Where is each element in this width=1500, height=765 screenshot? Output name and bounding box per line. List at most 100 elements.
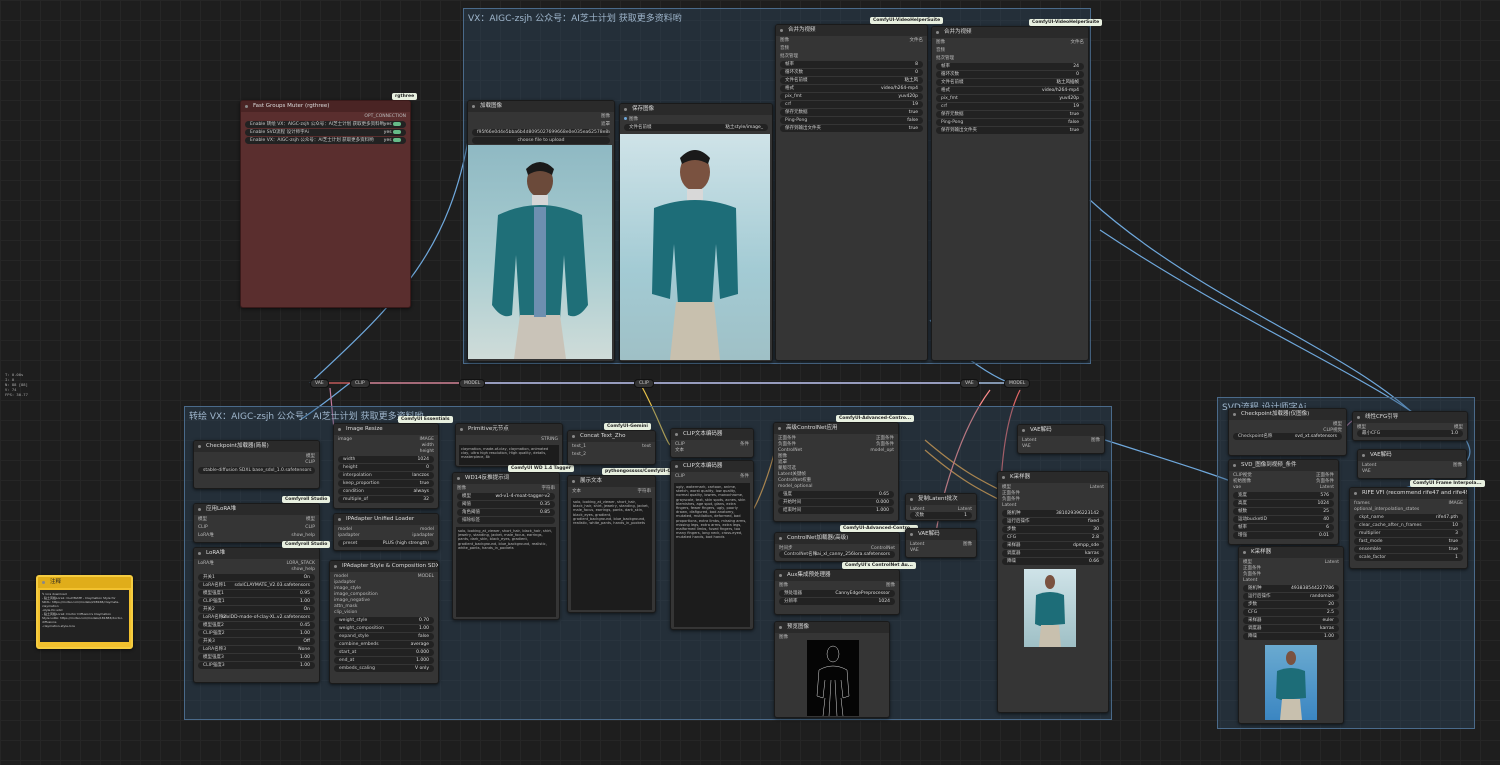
slot-row[interactable]: CLIP 条件	[675, 473, 749, 480]
ipadapter-loader-node[interactable]: IPAdapter Unified Loader model model ipad…	[333, 513, 439, 551]
ipadapter-setting-field[interactable]: start_at 0.000	[334, 649, 434, 656]
fast-groups-muter-node[interactable]: Fast Groups Muter (rgthree) OPT_CONNECTI…	[240, 100, 411, 308]
reroute-clip[interactable]: CLIP	[634, 379, 654, 388]
slot-row[interactable]: CLIP CLIP	[198, 524, 315, 531]
input-slot[interactable]: model_optional	[778, 483, 894, 490]
sampler-setting-field[interactable]: 调度器 karras	[1002, 550, 1104, 557]
lora-setting-field[interactable]: CLIP强度3 1.00	[198, 662, 315, 669]
load-image-node[interactable]: 加载图像 图像 遮罩 f95f66e0d4e5bba6b4d8095027699…	[467, 100, 615, 362]
slot-row[interactable]: 文本 字符串	[572, 488, 651, 495]
controlnet-setting-field[interactable]: 强度 0.65	[778, 491, 894, 498]
tagger-setting-field[interactable]: 排除标签	[457, 517, 555, 524]
preprocessor-setting-field[interactable]: 预处理器 CannyEdgePreprocessor	[779, 590, 895, 597]
sampler-setting-field[interactable]: 降噪 0.66	[1002, 558, 1104, 565]
sampler-setting-field[interactable]: 步数 30	[1002, 526, 1104, 533]
sampler-setting-field[interactable]: 采样器 euler	[1243, 617, 1339, 624]
slot-row[interactable]: 模型 模型	[198, 516, 315, 523]
video-setting-field[interactable]: 帧率 24	[936, 63, 1084, 70]
output-slot[interactable]: CLIP	[198, 459, 315, 466]
image-resize-node[interactable]: Image Resize image IMAGE width height wid…	[333, 423, 439, 509]
lora-setting-field[interactable]: CLIP强度1 1.00	[198, 598, 315, 605]
controlnet-setting-field[interactable]: 开始时间 0.000	[778, 499, 894, 506]
svd-checkpoint-node[interactable]: Checkpoint加载器(仅图像) 模型 CLIP视觉 Checkpoint名…	[1228, 408, 1347, 456]
slot-row[interactable]: vae Latent	[1233, 484, 1334, 491]
ksampler-node[interactable]: K采样器 模型 Latent 正面条件 负面条件 Latent 随机种 493838…	[1238, 546, 1344, 724]
clip-text-encode-positive-node[interactable]: CLIP文本编码器 CLIP 条件 文本	[670, 428, 754, 458]
sampler-setting-field[interactable]: 运行后操作 randomize	[1243, 593, 1339, 600]
tagger-setting-field[interactable]: 角色阈值 0.85	[457, 509, 555, 516]
wd14-tagger-node[interactable]: WD14反推提示词 图像 字符串 模型 wd-v1-4-moat-tagger-v2…	[452, 472, 560, 620]
video-setting-field[interactable]: 格式 video/h264-mp4	[780, 85, 923, 92]
video-setting-field[interactable]: Ping-Pong false	[780, 117, 923, 124]
ipadapter-setting-field[interactable]: combine_embeds average	[334, 641, 434, 648]
input-slot[interactable]: 文本	[675, 447, 749, 454]
fast-group-toggle[interactable]: Enable 转绘 VX：AIGC-zsjh 公众号：AI芝士计划 获取更多资料…	[245, 121, 406, 128]
lora-setting-field[interactable]: 模型强度3 1.00	[198, 654, 315, 661]
slot-row[interactable]: 图像 文件名	[936, 39, 1084, 46]
toggle-switch-icon[interactable]	[393, 121, 401, 126]
resize-setting-field[interactable]: width 1024	[338, 456, 434, 463]
image-file-select[interactable]: f95f66e0d4e5bba6b4d8095027699668e0e035ea…	[472, 129, 610, 136]
clip-text-encode-negative-node[interactable]: CLIP文本编码器 CLIP 条件 ugly, watermark, cartoo…	[670, 460, 754, 630]
output-slot[interactable]: STRING	[460, 436, 558, 443]
input-slot[interactable]: 音频	[936, 47, 1084, 54]
svd-setting-field[interactable]: 增强 0.01	[1233, 532, 1334, 539]
preview-image-node[interactable]: 预览图像 图像	[774, 621, 890, 718]
rife-setting-field[interactable]: ckpt_name rife47.pth	[1354, 514, 1463, 521]
video-setting-field[interactable]: 保存元数据 true	[936, 111, 1084, 118]
rife-vfi-node[interactable]: RIFE VFI (recommend rife47 and rife49) f…	[1349, 487, 1468, 569]
reroute-model[interactable]: MODEL	[1004, 379, 1031, 388]
input-slot[interactable]: Latent	[1243, 577, 1339, 584]
tags-textarea[interactable]: solo, looking_at_viewer, short_hair, bla…	[456, 527, 556, 617]
lora-stack-node[interactable]: LoRA堆 LoRA堆 LORA_STACK show_help 开关1 On LoR…	[193, 547, 320, 683]
ipadapter-setting-field[interactable]: weight_composition 1.00	[334, 625, 434, 632]
video-setting-field[interactable]: 循环次数 0	[780, 69, 923, 76]
rife-setting-field[interactable]: clear_cache_after_n_frames 10	[1354, 522, 1463, 529]
video-setting-field[interactable]: Ping-Pong false	[936, 119, 1084, 126]
checkpoint-loader-node[interactable]: Checkpoint加载器(简易) 模型 CLIP stable-diffusi…	[193, 440, 320, 489]
input-slot[interactable]: 批次管理	[936, 55, 1084, 62]
repeat-latent-node[interactable]: 复制Latent批次 Latent Latent 次数 1	[905, 493, 977, 521]
rife-setting-field[interactable]: multiplier 3	[1354, 530, 1463, 537]
lora-setting-field[interactable]: 开关3 Off	[198, 638, 315, 645]
controlnet-loader-node[interactable]: ControlNet加载器(高级) 时间步 ControlNet ControlN…	[774, 532, 900, 562]
video-combine-node[interactable]: 合并为视频 图像 文件名 音频 批次管理 帧率 24 循环次数 0 文件名前缀 粘土风插帧格…	[931, 26, 1089, 361]
ipadapter-setting-field[interactable]: weight_style 0.70	[334, 617, 434, 624]
output-slot[interactable]: height	[338, 448, 434, 455]
slot-row[interactable]: text_1 text	[572, 443, 651, 450]
reroute-vae[interactable]: VAE	[310, 379, 329, 388]
input-slot[interactable]: 批次管理	[780, 53, 923, 60]
vae-decode-node[interactable]: VAE解码 Latent 图像 VAE	[1017, 424, 1105, 454]
lora-setting-field[interactable]: 开关2 On	[198, 606, 315, 613]
slot-row[interactable]: 图像 图像	[779, 582, 895, 589]
lora-setting-field[interactable]: CLIP强度2 1.00	[198, 630, 315, 637]
checkpoint-select[interactable]: stable-diffusion SDXL base_sdxl_1.0.safe…	[198, 467, 315, 474]
reroute-vae[interactable]: VAE	[960, 379, 979, 388]
min-cfg-field[interactable]: 最小CFG 1.0	[1357, 430, 1463, 437]
sampler-setting-field[interactable]: 调度器 karras	[1243, 625, 1339, 632]
vae-decode-node[interactable]: VAE解码 Latent 图像 VAE	[905, 528, 977, 558]
output-slot[interactable]: show_help	[198, 566, 315, 573]
toggle-switch-icon[interactable]	[393, 129, 401, 134]
preset-select[interactable]: preset PLUS (high strength)	[338, 540, 434, 547]
ipadapter-setting-field[interactable]: expand_style false	[334, 633, 434, 640]
sampler-setting-field[interactable]: CFG 2.8	[1002, 534, 1104, 541]
apply-controlnet-node[interactable]: 高级ControlNet应用 正面条件 正面条件 负面条件 负面条件 Control…	[773, 422, 899, 522]
video-setting-field[interactable]: pix_fmt yuv420p	[936, 95, 1084, 102]
ipadapter-setting-field[interactable]: embeds_scaling V only	[334, 665, 434, 672]
slot-row[interactable]: ipadapter ipadapter	[338, 532, 434, 539]
slot-row[interactable]: LoRA堆 show_help	[198, 532, 315, 539]
vae-decode-node[interactable]: VAE解码 Latent 图像 VAE	[1357, 449, 1467, 479]
input-slot[interactable]: Latent	[1002, 502, 1104, 509]
aux-preprocessor-node[interactable]: Aux集成预处理器 图像 图像 预处理器 CannyEdgePreprocessor…	[774, 569, 900, 615]
resize-setting-field[interactable]: condition always	[338, 488, 434, 495]
video-combine-node[interactable]: 合并为视频 图像 文件名 音频 批次管理 帧率 8 循环次数 0 文件名前缀 粘土风 格式 vi…	[775, 24, 928, 361]
count-field[interactable]: 次数 1	[910, 512, 972, 519]
lora-setting-field[interactable]: LoRA名称1 sdxlCLAYMATE_V2.03.safetensors	[198, 582, 315, 589]
video-setting-field[interactable]: 循环次数 0	[936, 71, 1084, 78]
lora-setting-field[interactable]: 模型强度1 0.95	[198, 590, 315, 597]
input-slot[interactable]: VAE	[1022, 443, 1100, 450]
apply-lora-stack-node[interactable]: 应用LoRA堆 模型 模型 CLIP CLIP LoRA堆 show_help	[193, 503, 320, 543]
note-text[interactable]: ✎ lora download - 粘土风格Lora1: CLAYMATE - …	[40, 590, 129, 642]
reroute-clip[interactable]: CLIP	[350, 379, 370, 388]
